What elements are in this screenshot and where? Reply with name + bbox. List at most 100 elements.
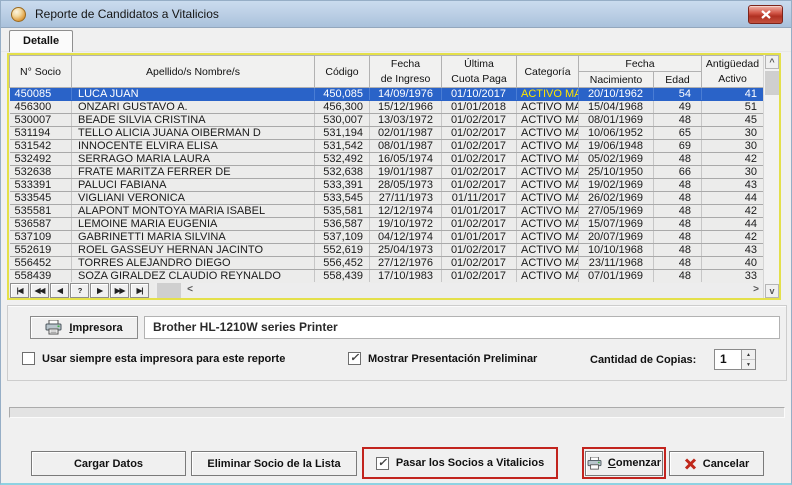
cell[interactable]: 531,542 xyxy=(315,140,370,153)
table-row[interactable]: 552619ROEL GASSEUY HERNAN JACINTO552,619… xyxy=(10,244,764,257)
cell[interactable]: 533391 xyxy=(10,179,72,192)
cell[interactable]: 42 xyxy=(702,205,764,218)
cell[interactable]: 552,619 xyxy=(315,244,370,257)
cell[interactable]: 65 xyxy=(654,127,702,140)
cell[interactable]: 27/12/1976 xyxy=(370,257,442,270)
cell[interactable]: 04/12/1974 xyxy=(370,231,442,244)
table-row[interactable]: 456300ONZARI GUSTAVO A.456,30015/12/1966… xyxy=(10,101,764,114)
cell[interactable]: 01/02/2017 xyxy=(442,257,517,270)
cell[interactable]: 16/05/1974 xyxy=(370,153,442,166)
cell[interactable]: 19/06/1948 xyxy=(579,140,654,153)
table-row[interactable]: 556452TORRES ALEJANDRO DIEGO556,45227/12… xyxy=(10,257,764,270)
table-row[interactable]: 558439SOZA GIRALDEZ CLAUDIO REYNALDO558,… xyxy=(10,270,764,283)
cell[interactable]: 02/01/1987 xyxy=(370,127,442,140)
cell[interactable]: 48 xyxy=(654,218,702,231)
cell[interactable]: 14/09/1976 xyxy=(370,88,442,101)
cell[interactable]: 48 xyxy=(654,231,702,244)
checkbox-box[interactable]: ✓ xyxy=(22,352,35,365)
close-button[interactable] xyxy=(748,5,783,24)
cell[interactable]: ALAPONT MONTOYA MARIA ISABEL xyxy=(72,205,315,218)
cell[interactable]: 558,439 xyxy=(315,270,370,283)
col-header-edad[interactable]: Edad xyxy=(654,72,702,88)
cell[interactable]: 01/02/2017 xyxy=(442,153,517,166)
cell[interactable]: 49 xyxy=(654,101,702,114)
cell[interactable]: TELLO ALICIA JUANA OIBERMAN D xyxy=(72,127,315,140)
cell[interactable]: 12/12/1974 xyxy=(370,205,442,218)
cell[interactable]: 48 xyxy=(654,244,702,257)
cell[interactable]: 45 xyxy=(702,114,764,127)
cell[interactable]: 48 xyxy=(654,257,702,270)
cell[interactable]: 456300 xyxy=(10,101,72,114)
start-button[interactable]: Comenzar xyxy=(585,451,663,476)
vertical-scrollbar[interactable]: ^ v xyxy=(763,55,779,298)
printer-name-field[interactable]: Brother HL-1210W series Printer xyxy=(144,316,780,339)
cell[interactable]: 33 xyxy=(702,270,764,283)
cell[interactable]: 28/05/1973 xyxy=(370,179,442,192)
nav-first-button[interactable]: |◀ xyxy=(10,283,29,298)
cell[interactable]: 01/02/2017 xyxy=(442,127,517,140)
table-row[interactable]: 531194TELLO ALICIA JUANA OIBERMAN D531,1… xyxy=(10,127,764,140)
always-use-printer-checkbox[interactable]: ✓ Usar siempre esta impresora para este … xyxy=(22,352,285,365)
cell[interactable]: 30 xyxy=(702,140,764,153)
nav-last-button[interactable]: ▶| xyxy=(130,283,149,298)
spinner-up-icon[interactable]: ▲ xyxy=(742,350,755,360)
cell[interactable]: ACTIVO MA xyxy=(517,127,579,140)
spinner-down-icon[interactable]: ▼ xyxy=(742,360,755,369)
cell[interactable]: 532638 xyxy=(10,166,72,179)
cell[interactable]: 15/07/1969 xyxy=(579,218,654,231)
cell[interactable]: 66 xyxy=(654,166,702,179)
cell[interactable]: ACTIVO MA xyxy=(517,179,579,192)
cell[interactable]: INNOCENTE ELVIRA ELISA xyxy=(72,140,315,153)
cell[interactable]: 533545 xyxy=(10,192,72,205)
copies-value[interactable]: 1 xyxy=(715,350,741,369)
cell[interactable]: 19/10/1972 xyxy=(370,218,442,231)
cell[interactable]: 533,391 xyxy=(315,179,370,192)
horizontal-scrollbar[interactable]: < > xyxy=(155,283,763,298)
cell[interactable]: 07/01/1969 xyxy=(579,270,654,283)
cell[interactable]: 44 xyxy=(702,218,764,231)
cell[interactable]: 552619 xyxy=(10,244,72,257)
cell[interactable]: 27/11/1973 xyxy=(370,192,442,205)
nav-fast-prior-button[interactable]: ◀◀ xyxy=(30,283,49,298)
cell[interactable]: LUCA JUAN xyxy=(72,88,315,101)
col-header-antiguedad[interactable]: Antigüedad Activo xyxy=(702,56,764,88)
cell[interactable]: 01/10/2017 xyxy=(442,88,517,101)
cell[interactable]: 54 xyxy=(654,88,702,101)
cell[interactable]: VIGLIANI VERONICA xyxy=(72,192,315,205)
cell[interactable]: 01/02/2017 xyxy=(442,140,517,153)
cell[interactable]: 01/02/2017 xyxy=(442,270,517,283)
copies-spinner[interactable]: 1 ▲ ▼ xyxy=(714,349,756,370)
table-row[interactable]: 450085LUCA JUAN450,08514/09/197601/10/20… xyxy=(10,88,764,101)
nav-help-button[interactable]: ? xyxy=(70,283,89,298)
table-row[interactable]: 532492SERRAGO MARIA LAURA532,49216/05/19… xyxy=(10,153,764,166)
table-row[interactable]: 530007BEADE SILVIA CRISTINA530,00713/03/… xyxy=(10,114,764,127)
col-header-codigo[interactable]: Código xyxy=(315,56,370,88)
cell[interactable]: 42 xyxy=(702,231,764,244)
cell[interactable]: 01/02/2017 xyxy=(442,166,517,179)
cell[interactable]: 19/02/1969 xyxy=(579,179,654,192)
cell[interactable]: 08/01/1969 xyxy=(579,114,654,127)
scroll-right-icon[interactable]: > xyxy=(749,283,763,298)
cell[interactable]: 42 xyxy=(702,153,764,166)
cell[interactable]: ACTIVO MA xyxy=(517,205,579,218)
cell[interactable]: ACTIVO MA xyxy=(517,140,579,153)
cell[interactable]: SERRAGO MARIA LAURA xyxy=(72,153,315,166)
scroll-up-icon[interactable]: ^ xyxy=(765,55,779,69)
cell[interactable]: 01/02/2017 xyxy=(442,244,517,257)
scroll-down-icon[interactable]: v xyxy=(765,284,779,298)
cell[interactable]: ACTIVO MA xyxy=(517,257,579,270)
cell[interactable]: 530007 xyxy=(10,114,72,127)
checkbox-box[interactable]: ✓ xyxy=(348,352,361,365)
checkbox-box[interactable]: ✓ xyxy=(376,457,389,470)
cell[interactable]: 05/02/1969 xyxy=(579,153,654,166)
cell[interactable]: 15/04/1968 xyxy=(579,101,654,114)
scroll-left-icon[interactable]: < xyxy=(183,283,197,298)
cell[interactable]: 20/10/1962 xyxy=(579,88,654,101)
cell[interactable]: LEMOINE MARIA EUGENIA xyxy=(72,218,315,231)
cell[interactable]: ACTIVO MA xyxy=(517,244,579,257)
cell[interactable]: 556,452 xyxy=(315,257,370,270)
cell[interactable]: 01/01/2017 xyxy=(442,205,517,218)
cell[interactable]: 26/02/1969 xyxy=(579,192,654,205)
cell[interactable]: 558439 xyxy=(10,270,72,283)
cell[interactable]: PALUCI FABIANA xyxy=(72,179,315,192)
